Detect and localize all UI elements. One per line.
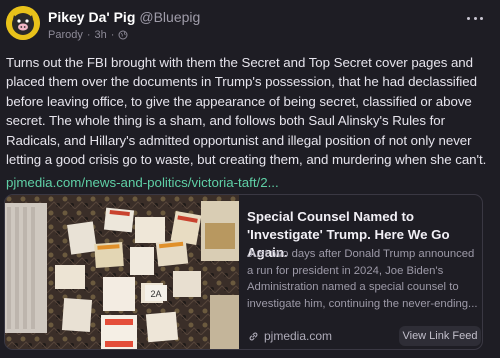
meta-separator: · [86,29,91,41]
meta-separator: · [110,29,115,41]
card-image[interactable]: 2A [5,195,239,349]
display-name[interactable]: Pikey Da' Pig [48,9,135,25]
pig-avatar-icon [6,6,40,40]
dot [467,16,470,20]
view-link-feed-button[interactable]: View Link Feed [399,326,481,346]
parody-label: Parody [48,29,83,41]
link-card[interactable]: 2A Special Counsel Named to 'Investigate… [4,194,483,350]
post-meta: Parody · 3h · [48,29,128,41]
dot [473,16,477,20]
globe-icon [118,30,128,40]
link-icon [249,332,258,340]
evidence-marker-label: 2A [150,289,161,299]
avatar[interactable] [6,6,40,40]
post-body: Turns out the FBI brought with them the … [6,55,487,168]
dot [480,16,483,20]
more-options-icon[interactable] [464,10,486,26]
documents-on-carpet-image: 2A [5,195,239,349]
author-line: Pikey Da' Pig @Bluepig [48,9,200,25]
post-time[interactable]: 3h [95,29,107,41]
handle[interactable]: @Bluepig [139,9,200,25]
card-domain[interactable]: pjmedia.com [248,329,332,343]
card-domain-text: pjmedia.com [264,329,333,343]
post: Pikey Da' Pig @Bluepig Parody · 3h · Turn… [0,0,500,358]
post-link[interactable]: pjmedia.com/news-and-politics/victoria-t… [6,175,279,190]
card-description: Just two days after Donald Trump announc… [247,248,478,310]
